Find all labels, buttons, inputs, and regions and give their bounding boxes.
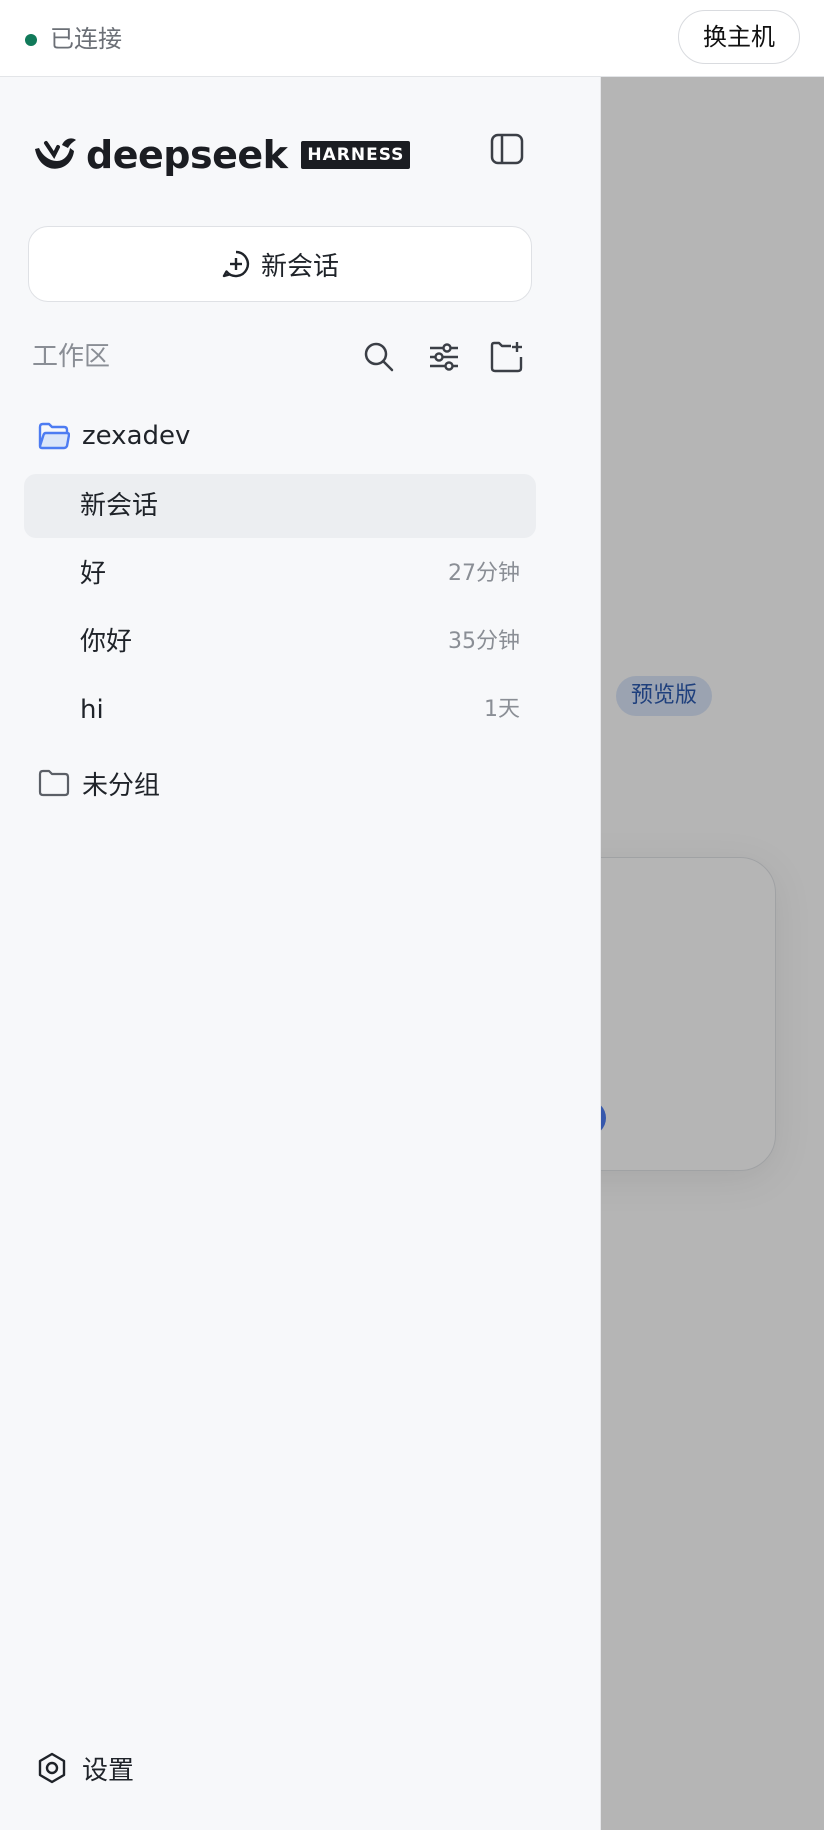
connection-status-text: 已连接 xyxy=(50,25,122,53)
switch-host-button[interactable]: 换主机 xyxy=(678,10,800,64)
workspace-search-button[interactable] xyxy=(362,340,396,374)
logo-wordmark: deepseek xyxy=(86,133,288,177)
conversation-item[interactable]: 好 27分钟 xyxy=(24,542,536,606)
app-logo: deepseek HARNESS xyxy=(32,132,411,178)
conversation-title: hi xyxy=(80,695,104,725)
new-workspace-button[interactable] xyxy=(490,340,524,374)
group-name: 未分组 xyxy=(82,770,161,801)
new-chat-label: 新会话 xyxy=(260,251,339,282)
filter-sliders-icon xyxy=(430,343,458,371)
search-icon xyxy=(364,342,394,372)
workspace-group-zexadev[interactable]: zexadev xyxy=(38,416,190,456)
new-chat-icon xyxy=(222,250,249,278)
connection-status-dot xyxy=(25,34,37,46)
top-bar: 已连接 换主机 xyxy=(0,0,824,77)
folder-icon xyxy=(38,769,70,797)
conversation-title: 好 xyxy=(80,559,107,589)
workspace-label: 工作区 xyxy=(32,342,111,372)
conversation-item[interactable]: hi 1天 xyxy=(24,678,536,742)
conversation-title: 你好 xyxy=(80,627,133,657)
sidebar-drawer: deepseek HARNESS 新会话 工作区 zexadev 新会话 好 2… xyxy=(0,77,601,1830)
harness-badge: HARNESS xyxy=(301,141,411,169)
gear-icon xyxy=(38,1752,66,1784)
conversation-item[interactable]: 你好 35分钟 xyxy=(24,610,536,674)
whale-logo-icon xyxy=(35,138,76,169)
folder-open-icon xyxy=(38,422,70,450)
workspace-filter-button[interactable] xyxy=(427,340,461,374)
conversation-time: 27分钟 xyxy=(448,561,520,586)
conversation-item[interactable]: 新会话 xyxy=(24,474,536,538)
settings-button[interactable]: 设置 xyxy=(36,1748,134,1788)
sidebar-toggle-icon xyxy=(490,133,524,165)
new-folder-icon xyxy=(490,341,523,373)
conversation-time: 35分钟 xyxy=(448,629,520,654)
conversation-title: 新会话 xyxy=(80,491,159,521)
new-chat-button[interactable]: 新会话 xyxy=(28,226,532,302)
workspace-group-ungrouped[interactable]: 未分组 xyxy=(38,763,160,803)
conversation-time: 1天 xyxy=(484,697,520,722)
settings-label: 设置 xyxy=(82,1755,135,1786)
group-name: zexadev xyxy=(82,421,191,451)
sidebar-collapse-button[interactable] xyxy=(490,133,524,165)
